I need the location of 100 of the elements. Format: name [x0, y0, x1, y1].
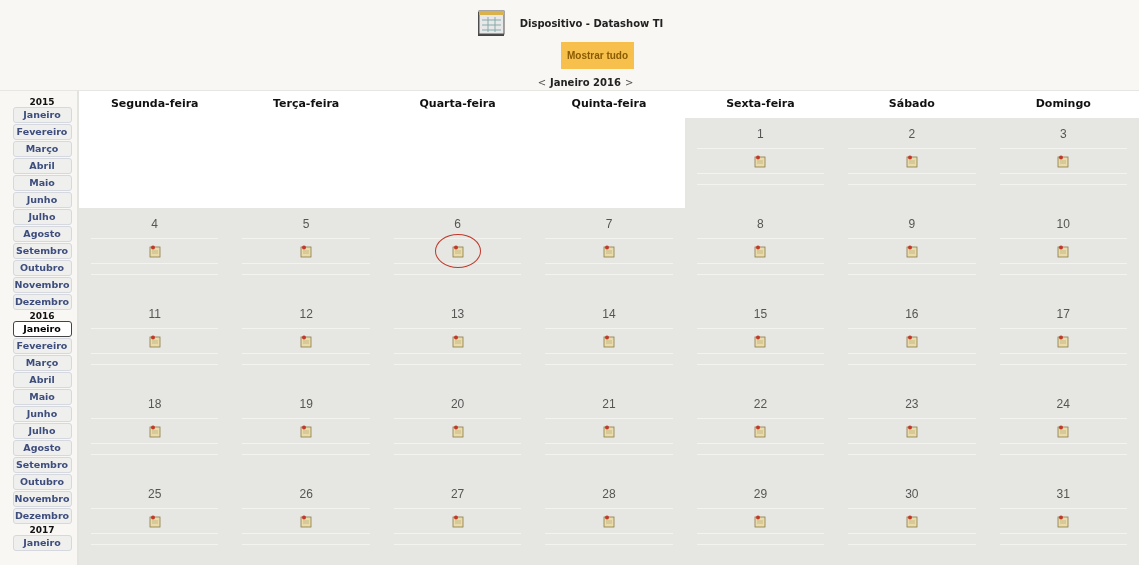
day-number: 16	[905, 306, 919, 322]
day-number: 9	[908, 216, 916, 232]
year-label: 2017	[29, 525, 55, 535]
note-icon[interactable]	[905, 514, 918, 528]
weekday-header: Sábado	[887, 96, 936, 113]
weekday-header: Quinta-feira	[570, 96, 648, 113]
day-number: 7	[605, 216, 613, 232]
note-icon[interactable]	[451, 334, 464, 348]
note-icon[interactable]	[1057, 334, 1070, 348]
month-button[interactable]: Junho	[12, 406, 72, 422]
show-all-button[interactable]: Mostrar tudo	[560, 42, 635, 69]
month-button[interactable]: Janeiro	[12, 321, 72, 337]
month-button[interactable]: Novembro	[12, 491, 72, 507]
note-icon[interactable]	[754, 424, 767, 438]
note-icon[interactable]	[451, 424, 464, 438]
day-number: 6	[454, 216, 461, 232]
day-number: 17	[1056, 306, 1070, 322]
month-button[interactable]: Maio	[12, 175, 72, 191]
day-number: 18	[148, 396, 162, 412]
previous-month-button[interactable]: <	[537, 75, 547, 90]
note-icon[interactable]	[754, 334, 767, 348]
note-icon[interactable]	[148, 514, 161, 528]
note-icon[interactable]	[300, 244, 313, 258]
month-button[interactable]: Dezembro	[12, 508, 72, 524]
month-button[interactable]: Julho	[12, 423, 72, 439]
note-icon[interactable]	[754, 514, 767, 528]
month-button[interactable]: Agosto	[12, 440, 72, 456]
month-button[interactable]: Outubro	[12, 260, 72, 276]
note-icon[interactable]	[1057, 424, 1070, 438]
month-button[interactable]: Maio	[12, 389, 72, 405]
note-icon[interactable]	[451, 514, 464, 528]
day-number: 19	[299, 396, 313, 412]
note-icon[interactable]	[754, 244, 767, 258]
note-icon[interactable]	[451, 244, 464, 258]
day-number: 5	[302, 216, 310, 232]
note-icon[interactable]	[1057, 154, 1070, 168]
month-button[interactable]: Janeiro	[12, 107, 72, 123]
day-number: 30	[905, 486, 919, 502]
day-number: 13	[450, 306, 465, 322]
month-button[interactable]: Julho	[12, 209, 72, 225]
note-icon[interactable]	[603, 424, 615, 438]
month-button[interactable]: Março	[12, 355, 72, 371]
note-icon[interactable]	[300, 424, 313, 438]
note-icon[interactable]	[148, 244, 161, 258]
note-icon[interactable]	[905, 154, 918, 168]
note-icon[interactable]	[603, 244, 615, 258]
month-button[interactable]: Setembro	[12, 457, 72, 473]
day-number: 4	[151, 216, 159, 232]
weekday-header: Quarta-feira	[418, 96, 497, 113]
day-number: 20	[450, 396, 465, 412]
note-icon[interactable]	[905, 244, 918, 258]
month-button[interactable]: Outubro	[12, 474, 72, 490]
weekday-header: Domingo	[1034, 96, 1092, 113]
day-number: 31	[1056, 486, 1070, 502]
day-number: 15	[753, 306, 768, 322]
note-icon[interactable]	[1057, 244, 1070, 258]
device-title: Dispositivo - Datashow TI	[519, 16, 664, 31]
month-button[interactable]: Março	[12, 141, 72, 157]
month-button[interactable]: Setembro	[12, 243, 72, 259]
note-icon[interactable]	[300, 334, 313, 348]
note-icon[interactable]	[905, 334, 918, 348]
month-button[interactable]: Abril	[12, 158, 72, 174]
month-button[interactable]: Junho	[12, 192, 72, 208]
day-number: 22	[753, 396, 768, 412]
day-number: 21	[602, 396, 616, 412]
next-month-button[interactable]: >	[624, 75, 634, 90]
note-icon[interactable]	[754, 154, 767, 168]
day-number: 29	[753, 486, 768, 502]
day-number: 14	[602, 306, 616, 322]
day-number: 23	[905, 396, 919, 412]
note-icon[interactable]	[300, 514, 313, 528]
month-button[interactable]: Abril	[12, 372, 72, 388]
day-number: 12	[299, 306, 313, 322]
month-button[interactable]: Dezembro	[12, 294, 72, 310]
day-number: 1	[757, 126, 764, 142]
day-number: 3	[1059, 126, 1067, 142]
day-number: 8	[757, 216, 764, 232]
day-number: 2	[908, 126, 916, 142]
day-number: 28	[602, 486, 616, 502]
month-button[interactable]: Janeiro	[12, 535, 72, 551]
note-icon[interactable]	[148, 424, 161, 438]
month-button[interactable]: Novembro	[12, 277, 72, 293]
month-button[interactable]: Fevereiro	[12, 124, 72, 140]
weekday-header: Sexta-feira	[725, 96, 796, 113]
note-icon[interactable]	[1057, 514, 1070, 528]
day-number: 24	[1056, 396, 1070, 412]
calendar-icon	[475, 8, 508, 38]
month-button[interactable]: Agosto	[12, 226, 72, 242]
month-button[interactable]: Fevereiro	[12, 338, 72, 354]
day-number: 11	[148, 306, 161, 322]
note-icon[interactable]	[603, 334, 615, 348]
weekday-header: Segunda-feira	[109, 96, 200, 113]
note-icon[interactable]	[148, 334, 161, 348]
current-month: Janeiro 2016	[550, 76, 621, 90]
weekday-header: Terça-feira	[271, 96, 341, 113]
year-label: 2015	[29, 97, 55, 107]
note-icon[interactable]	[603, 514, 615, 528]
day-number: 26	[299, 486, 313, 502]
day-number: 10	[1056, 216, 1070, 232]
note-icon[interactable]	[905, 424, 918, 438]
